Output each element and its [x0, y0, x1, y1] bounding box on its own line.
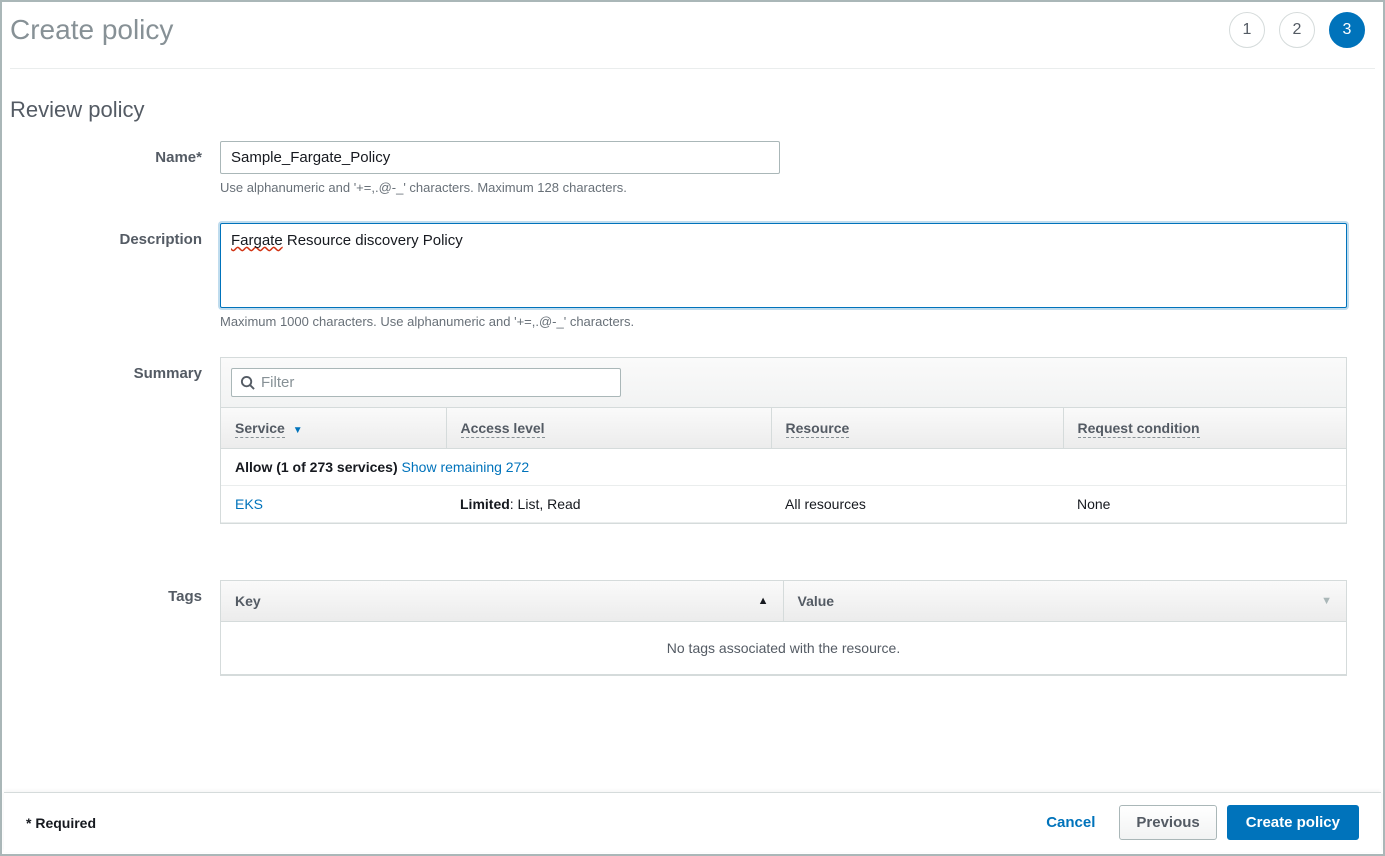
tags-box: Key ▲ Value ▼ No tags associated with th… [220, 580, 1347, 676]
tags-value-header[interactable]: Value ▼ [784, 581, 1347, 621]
tags-empty-text: No tags associated with the resource. [221, 622, 1346, 675]
step-2[interactable]: 2 [1279, 12, 1315, 48]
summary-box: Service ▼ Access level Resource Request … [220, 357, 1347, 524]
previous-button[interactable]: Previous [1119, 805, 1216, 840]
filter-input[interactable] [261, 374, 612, 391]
access-level-strong: Limited [460, 496, 510, 512]
tags-label: Tags [10, 580, 220, 676]
table-row: EKS Limited: List, Read All resources No… [221, 486, 1346, 523]
page-title: Create policy [10, 14, 173, 46]
allow-text: Allow (1 of 273 services) [235, 459, 402, 475]
step-3[interactable]: 3 [1329, 12, 1365, 48]
required-note: * Required [26, 815, 96, 831]
summary-table: Service ▼ Access level Resource Request … [221, 408, 1346, 523]
tags-key-header[interactable]: Key ▲ [221, 581, 784, 621]
access-level-rest: : List, Read [510, 496, 581, 512]
col-access-level[interactable]: Access level [446, 408, 771, 449]
description-hint: Maximum 1000 characters. Use alphanumeri… [220, 314, 1350, 329]
sort-up-icon: ▲ [758, 595, 769, 607]
service-link[interactable]: EKS [235, 496, 263, 512]
cancel-button[interactable]: Cancel [1032, 806, 1109, 839]
name-label: Name* [10, 141, 220, 217]
col-request-condition[interactable]: Request condition [1063, 408, 1346, 449]
description-label: Description [10, 223, 220, 351]
footer-bar: * Required Cancel Previous Create policy [4, 792, 1381, 852]
description-input[interactable]: Fargate Resource discovery Policy [220, 223, 1347, 308]
stepper: 1 2 3 [1229, 12, 1365, 48]
sort-down-icon: ▼ [1321, 595, 1332, 607]
col-resource[interactable]: Resource [771, 408, 1063, 449]
create-policy-button[interactable]: Create policy [1227, 805, 1359, 840]
search-icon [240, 375, 255, 390]
allow-row: Allow (1 of 273 services) Show remaining… [221, 449, 1346, 486]
filter-input-wrap[interactable] [231, 368, 621, 397]
summary-filter-bar [221, 358, 1346, 408]
name-hint: Use alphanumeric and '+=,.@-_' character… [220, 180, 1350, 195]
name-input[interactable] [220, 141, 780, 174]
step-1[interactable]: 1 [1229, 12, 1265, 48]
col-service[interactable]: Service ▼ [221, 408, 446, 449]
resource-cell: All resources [771, 486, 1063, 523]
show-remaining-link[interactable]: Show remaining 272 [402, 459, 530, 475]
sort-caret-down-icon: ▼ [293, 425, 303, 436]
request-condition-cell: None [1063, 486, 1346, 523]
section-title: Review policy [10, 97, 1375, 123]
summary-label: Summary [10, 357, 220, 524]
